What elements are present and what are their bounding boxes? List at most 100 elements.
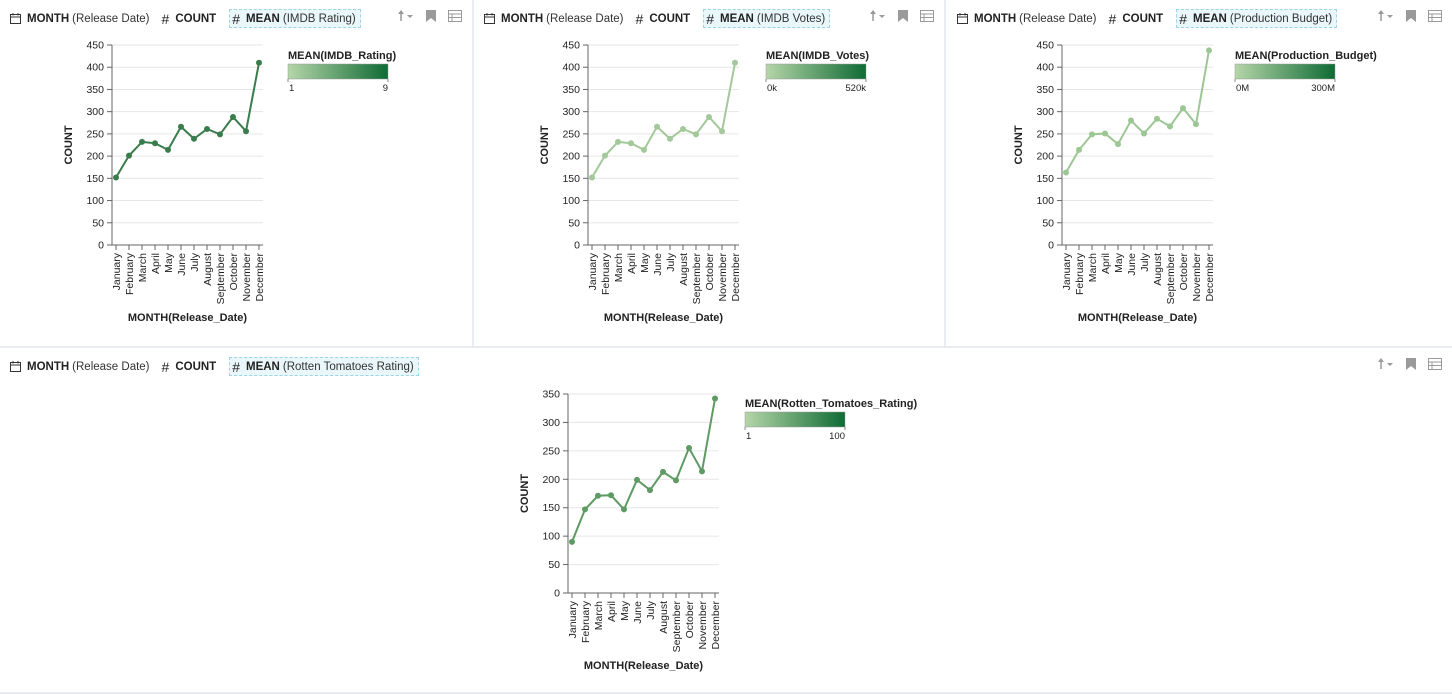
x-tick-label: July <box>1139 252 1151 271</box>
chart-panel-production-budget: MONTH (Release Date) # COUNT # MEAN (Product… <box>947 0 1452 346</box>
data-point <box>732 59 738 66</box>
y-tick-label: 450 <box>86 40 104 52</box>
data-point <box>699 468 705 475</box>
data-point <box>569 538 575 545</box>
y-tick-label: 50 <box>1042 217 1054 229</box>
data-point <box>1076 146 1082 153</box>
data-point <box>256 59 262 66</box>
legend-title: MEAN(Rotten_Tomatoes_Rating) <box>745 398 917 410</box>
data-point <box>719 128 725 135</box>
y-axis-title: COUNT <box>1013 125 1025 164</box>
data-point <box>582 506 588 513</box>
y-tick-label: 0 <box>554 588 560 600</box>
data-point <box>602 152 608 159</box>
legend-gradient <box>1234 63 1336 80</box>
x-tick-label: December <box>730 252 742 301</box>
x-tick-label: July <box>665 252 677 271</box>
x-tick-label: November <box>1191 252 1203 301</box>
y-tick-label: 200 <box>542 474 560 486</box>
y-tick-label: 200 <box>1036 151 1054 163</box>
legend-title: MEAN(IMDB_Rating) <box>288 50 396 62</box>
x-tick-label: November <box>717 252 729 301</box>
y-axis-title: COUNT <box>539 125 551 164</box>
x-tick-label: September <box>215 253 227 305</box>
x-tick-label: December <box>254 252 266 301</box>
x-tick-label: May <box>1113 252 1125 273</box>
y-tick-label: 250 <box>1036 128 1054 140</box>
y-tick-label: 200 <box>86 151 104 163</box>
y-tick-label: 300 <box>86 106 104 118</box>
y-tick-label: 0 <box>1048 240 1054 252</box>
x-axis-title: MONTH(Release_Date) <box>128 312 248 324</box>
line-chart: 0 50 100 150 200 250 300 350 400 450 January Februa… <box>1013 40 1377 325</box>
data-point <box>126 152 132 159</box>
data-point <box>621 506 627 513</box>
line-chart: 0 50 100 150 200 250 300 350 January February Marc… <box>519 389 917 673</box>
x-tick-label: January <box>1061 252 1073 290</box>
legend-max-label: 100 <box>829 431 845 442</box>
legend-gradient <box>744 411 846 428</box>
data-point <box>191 135 197 142</box>
data-point <box>217 131 223 138</box>
y-tick-label: 350 <box>562 84 580 96</box>
y-tick-label: 200 <box>562 151 580 163</box>
x-tick-label: October <box>1178 253 1190 291</box>
data-point <box>1063 169 1069 176</box>
x-tick-label: November <box>697 600 709 649</box>
y-tick-label: 100 <box>562 195 580 207</box>
x-tick-label: June <box>632 601 644 624</box>
data-point <box>1193 121 1199 128</box>
data-point <box>1128 117 1134 124</box>
y-tick-label: 350 <box>542 389 560 401</box>
x-tick-label: March <box>137 253 149 282</box>
x-tick-label: March <box>1087 253 1099 282</box>
data-point <box>1167 123 1173 130</box>
y-tick-label: 350 <box>1036 84 1054 96</box>
y-tick-label: 250 <box>562 128 580 140</box>
chart-panel-rotten-tomatoes: MONTH (Release Date) # COUNT # MEAN (Rotten … <box>0 348 1452 692</box>
y-tick-label: 400 <box>1036 62 1054 74</box>
x-tick-label: November <box>241 252 253 301</box>
data-point <box>641 146 647 153</box>
x-tick-label: August <box>678 253 690 286</box>
chart-panel-imdb-rating: MONTH (Release Date) # COUNT # MEAN (IMDB Ra… <box>0 0 472 346</box>
series-line <box>115 62 260 178</box>
x-tick-label: September <box>1165 253 1177 305</box>
data-point <box>634 476 640 483</box>
x-tick-label: December <box>1204 252 1216 301</box>
data-point <box>615 138 621 145</box>
data-point <box>595 492 601 499</box>
x-tick-label: August <box>658 601 670 634</box>
x-tick-label: June <box>1126 253 1138 276</box>
x-tick-label: February <box>600 252 612 295</box>
x-tick-label: August <box>202 253 214 286</box>
x-tick-label: February <box>580 600 592 643</box>
x-tick-label: May <box>163 252 175 273</box>
x-tick-label: April <box>1100 253 1112 274</box>
y-tick-label: 100 <box>542 531 560 543</box>
legend-title: MEAN(IMDB_Votes) <box>766 50 869 62</box>
legend-gradient <box>765 63 867 80</box>
y-axis-title: COUNT <box>519 474 531 513</box>
series-line <box>571 398 716 543</box>
data-point <box>152 140 158 147</box>
data-point <box>139 138 145 145</box>
data-point <box>667 135 673 142</box>
y-axis-title: COUNT <box>63 125 75 164</box>
legend-gradient <box>287 63 389 80</box>
data-point <box>660 468 666 475</box>
x-tick-label: July <box>645 600 657 619</box>
y-tick-label: 150 <box>1036 173 1054 185</box>
data-point <box>113 174 119 181</box>
data-point <box>628 140 634 147</box>
y-tick-label: 300 <box>542 417 560 429</box>
legend-min-label: 0k <box>767 83 777 94</box>
data-point <box>178 123 184 130</box>
x-tick-label: March <box>593 601 605 630</box>
x-tick-label: October <box>684 601 696 639</box>
y-tick-label: 50 <box>92 217 104 229</box>
data-point <box>589 174 595 181</box>
data-point <box>647 487 653 494</box>
x-tick-label: September <box>691 253 703 305</box>
legend-max-label: 520k <box>845 83 866 94</box>
